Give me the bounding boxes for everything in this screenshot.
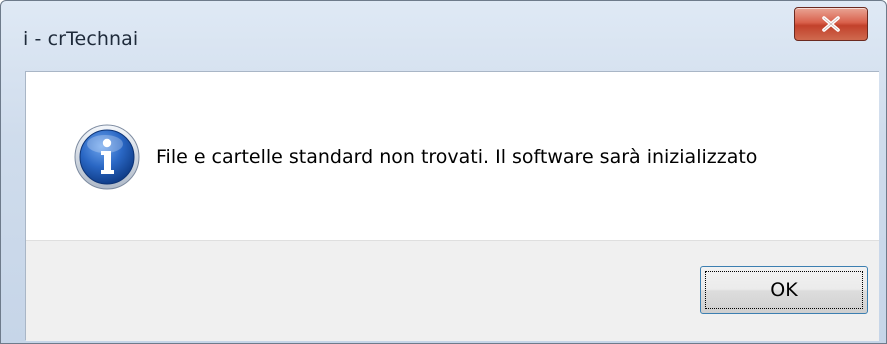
title-bar[interactable]: i - crTechnai	[1, 1, 886, 69]
window-title: i - crTechnai	[23, 28, 139, 50]
info-icon	[74, 124, 140, 190]
close-icon	[822, 16, 840, 32]
message-text: File e cartelle standard non trovati. Il…	[156, 146, 758, 168]
dialog-window: i - crTechnai File e cartelle standard n…	[0, 0, 887, 344]
button-bar: OK	[26, 240, 879, 341]
ok-button-label: OK	[770, 279, 798, 301]
ok-button[interactable]: OK	[700, 266, 868, 314]
dialog-content: File e cartelle standard non trovati. Il…	[25, 71, 879, 341]
message-area: File e cartelle standard non trovati. Il…	[26, 72, 879, 240]
close-button[interactable]	[794, 7, 868, 41]
